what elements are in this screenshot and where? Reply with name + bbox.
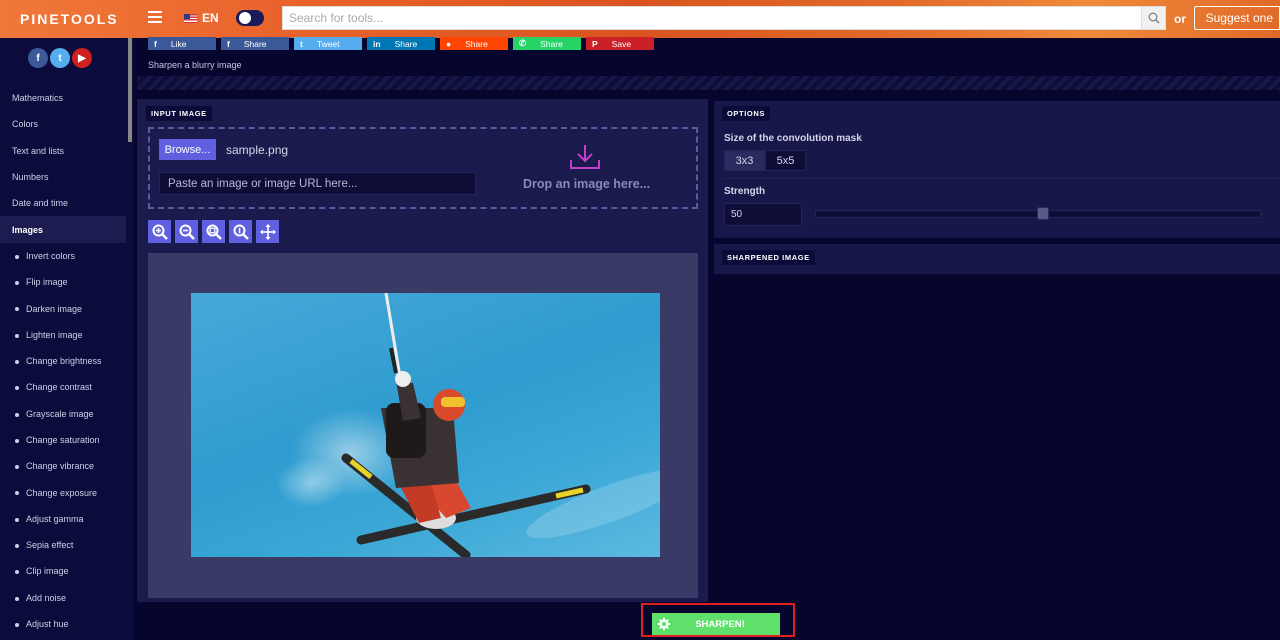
search-box [282, 6, 1166, 30]
share-button[interactable]: in Share [367, 37, 435, 50]
page-subtitle: Sharpen a blurry image [148, 60, 242, 70]
share-label: Save [611, 38, 632, 49]
browse-button[interactable]: Browse... [159, 139, 216, 160]
share-button[interactable]: ● Share [440, 37, 508, 50]
top-bar: PINETOOLS EN or Suggest one [0, 0, 1280, 38]
language-label: EN [202, 11, 219, 25]
share-label: Tweet [316, 38, 340, 49]
sidebar-item[interactable]: Grayscale image [0, 401, 126, 427]
whatsapp-icon: ✆ [519, 38, 527, 48]
sidebar-item[interactable]: Adjust hue [0, 611, 126, 637]
suggest-button[interactable]: Suggest one [1194, 6, 1280, 30]
strength-input[interactable] [725, 204, 801, 225]
sharpen-label: SHARPEN! [695, 618, 745, 630]
options-tag: OPTIONS [722, 106, 770, 121]
search-input[interactable] [283, 7, 1138, 29]
sidebar-item[interactable]: Darken image [0, 295, 126, 321]
mask-size-label: Size of the convolution mask [724, 133, 862, 144]
share-button[interactable]: f Share [221, 37, 289, 50]
sidebar: f t ▶ Mathematics Colors Text and lists Numbe… [0, 38, 134, 640]
share-buttons: f Like f Share t Tweet in Share ● Share ✆ Share P Sav… [148, 37, 654, 50]
moon-icon [239, 12, 251, 24]
share-label: Share [394, 38, 418, 49]
sidebar-item[interactable]: Change exposure [0, 479, 126, 505]
mask-option-5x5[interactable]: 5x5 [765, 150, 806, 171]
reddit-icon: ● [446, 38, 452, 49]
gear-icon [652, 618, 676, 630]
linkedin-icon: in [373, 38, 381, 49]
image-url-input[interactable] [160, 173, 475, 194]
file-name: sample.png [226, 143, 289, 157]
sidebar-item[interactable]: Add noise [0, 585, 126, 611]
sidebar-item[interactable]: Change saturation [0, 427, 126, 453]
twitter-icon[interactable]: t [50, 48, 70, 68]
zoom-in-icon[interactable] [148, 220, 171, 243]
sidebar-item[interactable]: Adjust gamma [0, 506, 126, 532]
mask-option-3x3[interactable]: 3x3 [724, 150, 765, 171]
facebook-icon[interactable]: f [28, 48, 48, 68]
or-label: or [1174, 12, 1186, 26]
facebook-icon: f [154, 38, 157, 49]
hamburger-menu-icon[interactable] [148, 11, 162, 23]
sidebar-item[interactable]: Lighten image [0, 322, 126, 348]
share-label: Like [170, 38, 187, 49]
share-button[interactable]: P Save [586, 37, 654, 50]
input-image-tag: INPUT IMAGE [146, 106, 212, 121]
sidebar-item[interactable]: Images [0, 216, 126, 243]
sharpen-button[interactable]: SHARPEN! [652, 613, 780, 635]
share-button[interactable]: f Like [148, 37, 216, 50]
share-label: Share [243, 38, 267, 49]
sidebar-item[interactable]: Numbers [0, 164, 126, 190]
twitter-icon: t [300, 38, 303, 49]
sidebar-item[interactable]: Text and lists [0, 138, 126, 164]
sidebar-item[interactable]: Colors [0, 111, 126, 137]
sidebar-item[interactable]: Change brightness [0, 348, 126, 374]
sidebar-item[interactable]: Clip image [0, 558, 126, 584]
mask-size-selector: 3x3 5x5 [724, 150, 806, 171]
facebook-icon: f [227, 38, 230, 49]
drop-text: Drop an image here... [523, 177, 651, 191]
sidebar-scrollbar[interactable] [128, 38, 132, 142]
zoom-reset-icon[interactable] [229, 220, 252, 243]
strength-label: Strength [724, 186, 766, 197]
us-flag-icon [184, 13, 197, 23]
category-nav: Mathematics Colors Text and lists Numbers Da… [0, 85, 126, 637]
divider-stripe [137, 76, 1280, 90]
sidebar-item[interactable]: Date and time [0, 190, 126, 216]
drop-zone[interactable] [148, 127, 698, 209]
sharpened-image-tag: SHARPENED IMAGE [722, 250, 815, 265]
dark-mode-toggle[interactable] [236, 10, 264, 26]
sidebar-item[interactable]: Change vibrance [0, 453, 126, 479]
sidebar-item[interactable]: Sepia effect [0, 532, 126, 558]
sidebar-item[interactable]: Flip image [0, 269, 126, 295]
sidebar-item[interactable]: Invert colors [0, 243, 126, 269]
download-icon [568, 143, 602, 176]
search-button[interactable] [1141, 7, 1165, 29]
share-label: Share [465, 38, 488, 49]
move-icon[interactable] [256, 220, 279, 243]
share-button[interactable]: ✆ Share [513, 37, 581, 50]
options-divider [724, 178, 1280, 179]
search-icon [1148, 12, 1160, 24]
social-links: f t ▶ [28, 48, 92, 68]
youtube-icon[interactable]: ▶ [72, 48, 92, 68]
sidebar-item[interactable]: Mathematics [0, 85, 126, 111]
share-label: Share [540, 38, 563, 49]
pinterest-icon: P [592, 38, 598, 49]
zoom-fit-icon[interactable] [202, 220, 225, 243]
input-image-preview [191, 293, 660, 557]
zoom-toolbar [148, 220, 279, 243]
zoom-out-icon[interactable] [175, 220, 198, 243]
site-logo[interactable]: PINETOOLS [20, 11, 119, 27]
sidebar-item[interactable]: Change contrast [0, 374, 126, 400]
strength-field [724, 203, 802, 226]
share-button[interactable]: t Tweet [294, 37, 362, 50]
language-selector[interactable]: EN [184, 11, 219, 25]
strength-slider-handle[interactable] [1037, 207, 1049, 220]
image-url-field [159, 172, 476, 195]
